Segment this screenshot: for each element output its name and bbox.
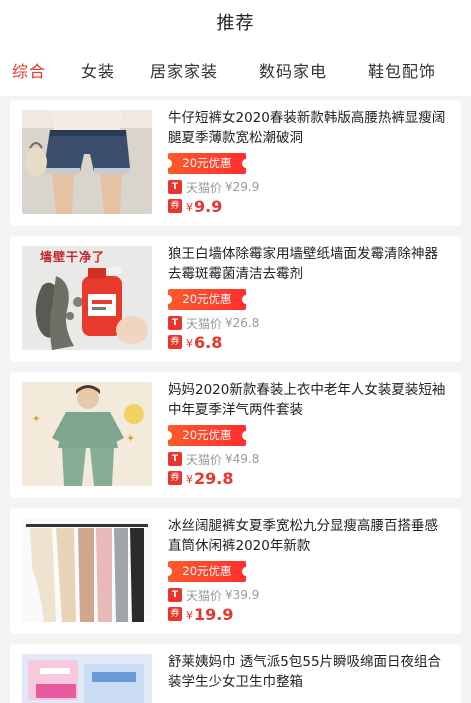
tmall-icon: T: [168, 452, 182, 466]
tab-womens-clothing[interactable]: 女装: [81, 58, 115, 82]
tmall-price-row: T 天猫价 ¥39.9: [168, 587, 259, 603]
coupon-badge: 20元优惠: [164, 289, 250, 310]
tmall-price: ¥39.9: [225, 588, 260, 602]
svg-text:✦: ✦: [32, 414, 40, 425]
final-price-row: 券 ¥ 29.8: [168, 468, 233, 488]
final-price: 19.9: [194, 604, 234, 624]
tmall-price: ¥26.8: [225, 316, 260, 330]
currency-symbol: ¥: [186, 337, 193, 350]
product-card[interactable]: 墙壁干净了 狼王白墙体除霉家用墙壁纸墙面发霉清除神器去霉斑霉菌清洁去霉剂 20元…: [10, 236, 461, 362]
tmall-label: 天猫价: [186, 316, 223, 331]
currency-symbol: ¥: [186, 201, 193, 214]
product-image[interactable]: [22, 518, 152, 622]
product-card[interactable]: 冰丝阔腿裤女夏季宽松九分显瘦高腰百搭垂感直筒休闲裤2020年新款 20元优惠 T…: [10, 508, 461, 634]
product-card[interactable]: 舒莱姨妈巾 透气派5包55片瞬吸绵面日夜组合装学生少女卫生巾整箱: [10, 644, 461, 703]
final-price: 9.9: [194, 196, 223, 216]
tab-home-furnishing[interactable]: 居家家装: [150, 58, 218, 82]
tmall-price: ¥49.8: [225, 452, 260, 466]
tmall-icon: T: [168, 180, 182, 194]
coupon-badge: 20元优惠: [164, 425, 250, 446]
coupon-badge: 20元优惠: [164, 153, 250, 174]
tmall-icon: T: [168, 588, 182, 602]
top-bar: 推荐: [0, 0, 471, 44]
tmall-price: ¥29.9: [225, 180, 260, 194]
product-image[interactable]: [22, 110, 152, 214]
tab-comprehensive[interactable]: 综合: [12, 58, 46, 82]
product-image[interactable]: ✦ ✦: [22, 382, 152, 486]
product-card[interactable]: ✦ ✦ 妈妈2020新款春装上衣中老年人女装夏装短袖中年夏季洋气两件套装 20元…: [10, 372, 461, 498]
final-price-row: 券 ¥ 19.9: [168, 604, 233, 624]
tmall-price-row: T 天猫价 ¥26.8: [168, 315, 259, 331]
final-price-row: 券 ¥ 9.9: [168, 196, 222, 216]
tab-shoes-bags-accessories[interactable]: 鞋包配饰: [368, 58, 436, 82]
product-image[interactable]: [22, 654, 152, 703]
product-title[interactable]: 冰丝阔腿裤女夏季宽松九分显瘦高腰百搭垂感直筒休闲裤2020年新款: [168, 516, 450, 556]
final-price: 29.8: [194, 468, 234, 488]
tab-digital-appliances[interactable]: 数码家电: [259, 58, 327, 82]
tmall-price-row: T 天猫价 ¥49.8: [168, 451, 259, 467]
tmall-icon: T: [168, 316, 182, 330]
product-title[interactable]: 牛仔短裤女2020春装新款韩版高腰热裤显瘦阔腿夏季薄款宽松潮破洞: [168, 108, 450, 148]
currency-symbol: ¥: [186, 473, 193, 486]
svg-text:✦: ✦: [126, 432, 135, 445]
product-card[interactable]: 牛仔短裤女2020春装新款韩版高腰热裤显瘦阔腿夏季薄款宽松潮破洞 20元优惠 T…: [10, 100, 461, 226]
coupon-icon: 券: [168, 607, 182, 621]
tmall-label: 天猫价: [186, 452, 223, 467]
coupon-icon: 券: [168, 335, 182, 349]
coupon-icon: 券: [168, 471, 182, 485]
product-title[interactable]: 舒莱姨妈巾 透气派5包55片瞬吸绵面日夜组合装学生少女卫生巾整箱: [168, 652, 450, 692]
tmall-price-row: T 天猫价 ¥29.9: [168, 179, 259, 195]
tmall-label: 天猫价: [186, 180, 223, 195]
image-caption: 墙壁干净了: [40, 250, 106, 264]
coupon-badge: 20元优惠: [164, 561, 250, 582]
product-title[interactable]: 狼王白墙体除霉家用墙壁纸墙面发霉清除神器去霉斑霉菌清洁去霉剂: [168, 244, 450, 284]
coupon-icon: 券: [168, 199, 182, 213]
category-tabs: 综合 女装 居家家装 数码家电 鞋包配饰: [0, 44, 471, 96]
product-title[interactable]: 妈妈2020新款春装上衣中老年人女装夏装短袖中年夏季洋气两件套装: [168, 380, 450, 420]
currency-symbol: ¥: [186, 609, 193, 622]
final-price-row: 券 ¥ 6.8: [168, 332, 222, 352]
final-price: 6.8: [194, 332, 223, 352]
page-title: 推荐: [216, 13, 255, 34]
tmall-label: 天猫价: [186, 588, 223, 603]
